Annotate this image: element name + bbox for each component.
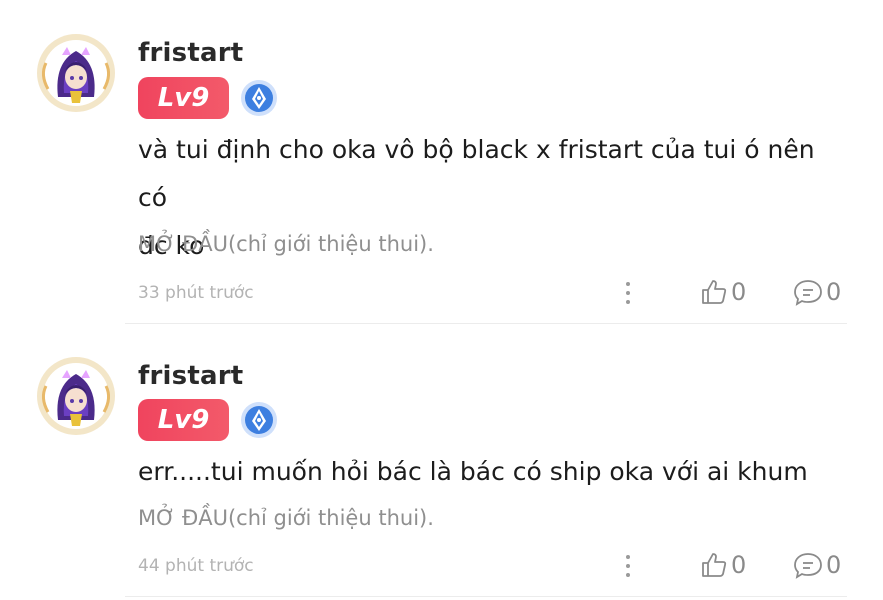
like-count: 0 bbox=[731, 278, 747, 306]
thumbs-up-icon bbox=[702, 280, 727, 304]
comment-body-line: và tui định cho oka vô bộ black x frista… bbox=[138, 135, 815, 212]
comment-body: err.....tui muốn hỏi bác là bác có ship … bbox=[138, 448, 838, 496]
more-vertical-icon[interactable] bbox=[618, 279, 638, 307]
divider bbox=[125, 596, 847, 597]
chapter-tag[interactable]: MỞ ĐẦU(chỉ giới thiệu thui). bbox=[138, 232, 434, 256]
level-badge: Lv9 bbox=[138, 399, 229, 441]
reply-count: 0 bbox=[826, 278, 842, 306]
chapter-tag[interactable]: MỞ ĐẦU(chỉ giới thiệu thui). bbox=[138, 506, 434, 530]
reply-button[interactable]: 0 bbox=[793, 276, 841, 308]
comment-bubble-icon bbox=[794, 280, 822, 306]
comment-body-line: err.....tui muốn hỏi bác là bác có ship … bbox=[138, 457, 808, 486]
reply-button[interactable]: 0 bbox=[793, 549, 841, 581]
divider bbox=[125, 323, 847, 324]
timestamp: 44 phút trước bbox=[138, 556, 254, 576]
thumbs-up-icon bbox=[702, 553, 727, 577]
level-badge: Lv9 bbox=[138, 77, 229, 119]
verified-pen-badge-icon bbox=[240, 401, 278, 439]
verified-pen-badge-icon bbox=[240, 79, 278, 117]
like-button[interactable]: 0 bbox=[700, 276, 746, 308]
like-button[interactable]: 0 bbox=[700, 549, 746, 581]
username[interactable]: fristart bbox=[138, 361, 243, 391]
avatar[interactable] bbox=[36, 356, 116, 436]
like-count: 0 bbox=[731, 551, 747, 579]
timestamp: 33 phút trước bbox=[138, 283, 254, 303]
reply-count: 0 bbox=[826, 551, 842, 579]
more-vertical-icon[interactable] bbox=[618, 552, 638, 580]
username[interactable]: fristart bbox=[138, 38, 243, 68]
avatar[interactable] bbox=[36, 33, 116, 113]
comment-bubble-icon bbox=[794, 553, 822, 579]
